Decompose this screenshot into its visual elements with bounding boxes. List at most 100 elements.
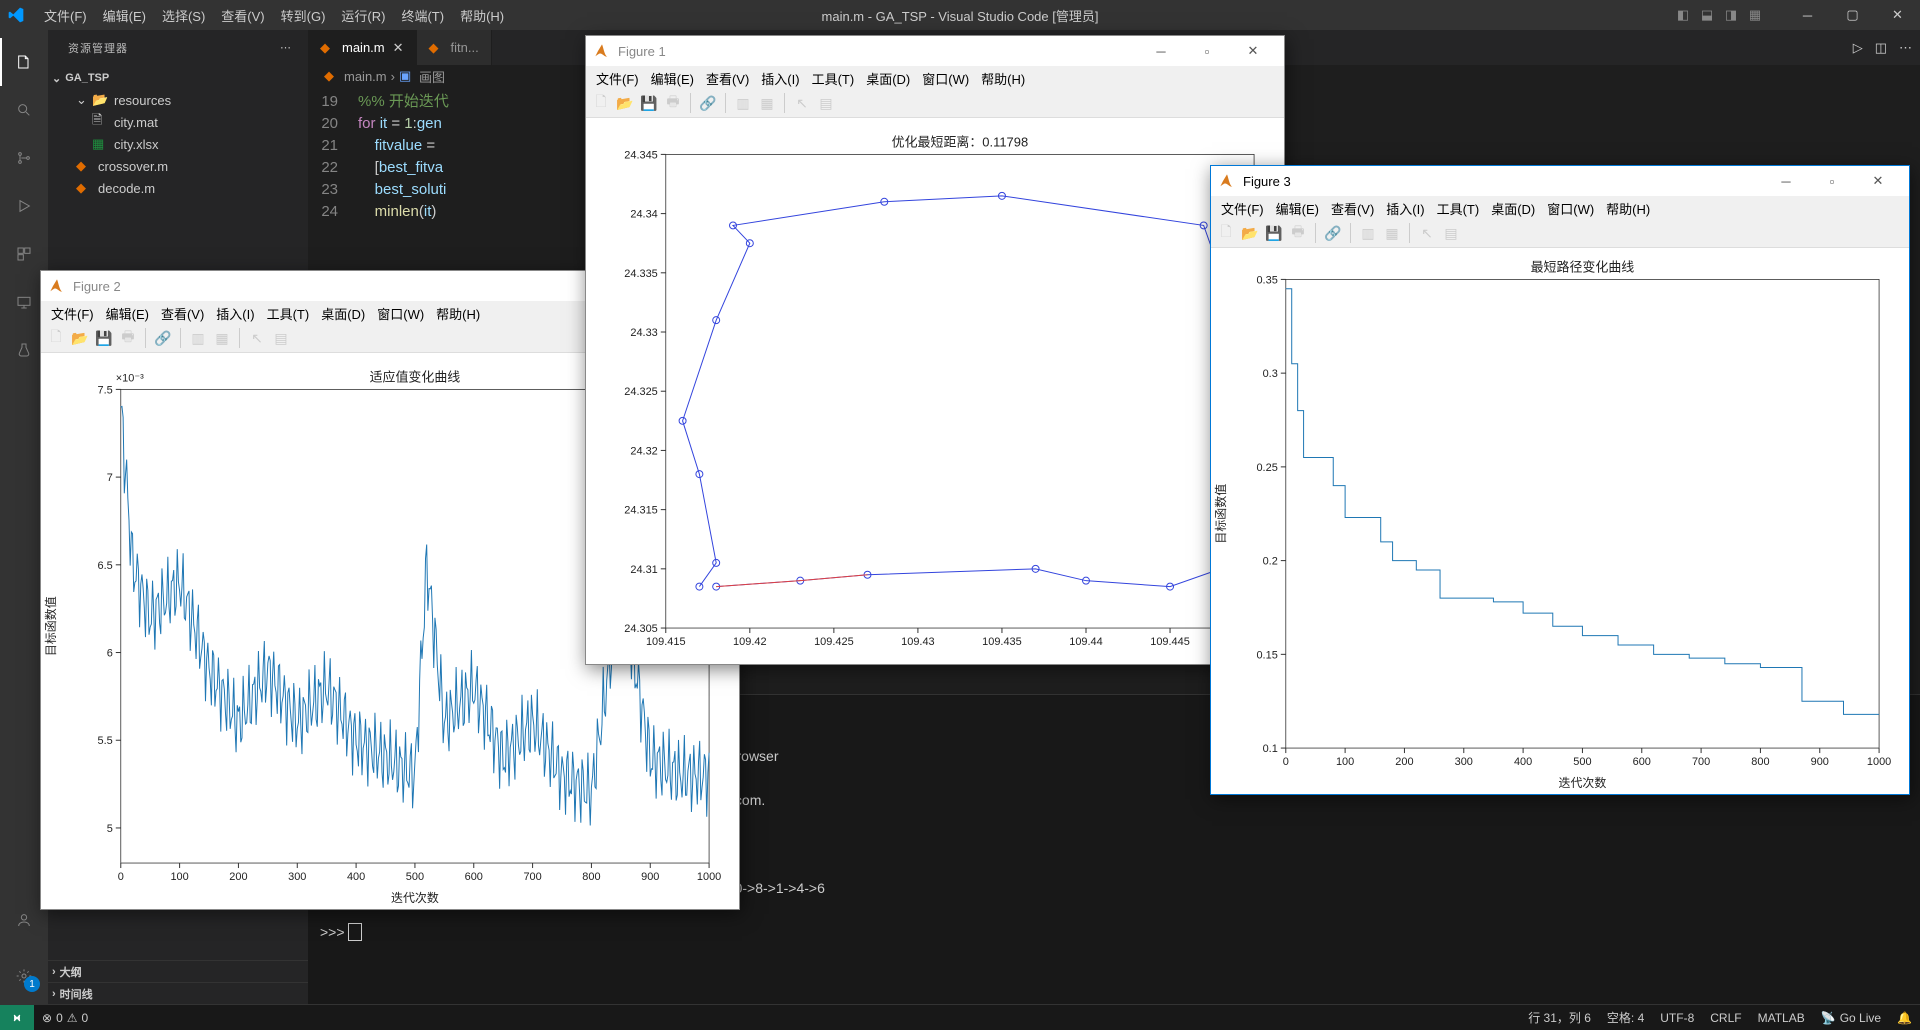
new-icon[interactable]: 🗋 (590, 92, 612, 114)
fig-menu-desktop[interactable]: 桌面(D) (315, 304, 371, 323)
activity-run-debug-icon[interactable] (0, 182, 48, 230)
outline-section[interactable]: › 大纲 (48, 960, 308, 982)
remote-indicator[interactable] (0, 1005, 34, 1030)
minimize-button[interactable]: ─ (1763, 166, 1809, 196)
close-button[interactable]: ✕ (1855, 166, 1901, 196)
menu-goto[interactable]: 转到(G) (273, 6, 334, 25)
run-icon[interactable]: ▷ (1853, 40, 1863, 56)
open-icon[interactable]: 📂 (614, 92, 636, 114)
file-city-xlsx[interactable]: ▦ city.xlsx (48, 133, 308, 155)
close-button[interactable]: ✕ (1230, 36, 1276, 66)
pointer-icon[interactable]: ↖ (1416, 222, 1438, 244)
fig-menu-help[interactable]: 帮助(H) (975, 69, 1031, 88)
more-icon[interactable]: ⋯ (1899, 40, 1912, 56)
menu-terminal[interactable]: 终端(T) (393, 6, 452, 25)
activity-search-icon[interactable] (0, 86, 48, 134)
fig-menu-file[interactable]: 文件(F) (1215, 199, 1270, 218)
menu-file[interactable]: 文件(F) (36, 6, 95, 25)
timeline-section[interactable]: › 时间线 (48, 982, 308, 1004)
file-decode[interactable]: ◆ decode.m (48, 177, 308, 199)
fig-menu-insert[interactable]: 插入(I) (210, 304, 260, 323)
menu-run[interactable]: 运行(R) (333, 6, 393, 25)
close-button[interactable]: ✕ (1875, 0, 1920, 30)
status-eol[interactable]: CRLF (1702, 1009, 1749, 1026)
legend-icon[interactable]: ▦ (211, 327, 233, 349)
folder-resources[interactable]: ⌄ 📂 resources (48, 89, 308, 111)
fig-menu-file[interactable]: 文件(F) (590, 69, 645, 88)
print-icon[interactable]: 🖶 (117, 327, 139, 349)
fig-menu-insert[interactable]: 插入(I) (755, 69, 805, 88)
figure-titlebar[interactable]: Figure 1 ─▫✕ (586, 36, 1284, 66)
fig-menu-insert[interactable]: 插入(I) (1380, 199, 1430, 218)
pointer-icon[interactable]: ↖ (791, 92, 813, 114)
maximize-button[interactable]: ▢ (1830, 0, 1875, 30)
split-icon[interactable]: ◫ (1875, 40, 1887, 56)
legend-icon[interactable]: ▦ (756, 92, 778, 114)
fig-menu-window[interactable]: 窗口(W) (371, 304, 430, 323)
more-icon[interactable]: ⋯ (280, 41, 292, 54)
fig-menu-help[interactable]: 帮助(H) (1600, 199, 1656, 218)
status-encoding[interactable]: UTF-8 (1652, 1009, 1702, 1026)
fig-menu-window[interactable]: 窗口(W) (916, 69, 975, 88)
colorbar-icon[interactable]: ▥ (732, 92, 754, 114)
fig-menu-tools[interactable]: 工具(T) (261, 304, 316, 323)
save-icon[interactable]: 💾 (638, 92, 660, 114)
maximize-button[interactable]: ▫ (1184, 36, 1230, 66)
activity-explorer-icon[interactable] (0, 38, 48, 86)
fig-menu-view[interactable]: 查看(V) (700, 69, 755, 88)
status-golive[interactable]: 📡Go Live (1813, 1009, 1889, 1026)
link-icon[interactable]: 🔗 (1322, 222, 1344, 244)
layout-toggle-bottom-icon[interactable]: ⬓ (1697, 5, 1717, 25)
legend-icon[interactable]: ▦ (1381, 222, 1403, 244)
activity-settings-icon[interactable]: 1 (0, 952, 48, 1000)
figure-1-window[interactable]: Figure 1 ─▫✕ 文件(F) 编辑(E) 查看(V) 插入(I) 工具(… (585, 35, 1285, 665)
fig-menu-view[interactable]: 查看(V) (155, 304, 210, 323)
figure-1-axes[interactable]: 109.415109.42109.425109.43109.435109.441… (586, 118, 1284, 664)
fig-menu-edit[interactable]: 编辑(E) (1270, 199, 1325, 218)
open-icon[interactable]: 📂 (1239, 222, 1261, 244)
colorbar-icon[interactable]: ▥ (1357, 222, 1379, 244)
layout-toggle-right-icon[interactable]: ◨ (1721, 5, 1741, 25)
menu-select[interactable]: 选择(S) (154, 6, 213, 25)
save-icon[interactable]: 💾 (93, 327, 115, 349)
fig-menu-help[interactable]: 帮助(H) (430, 304, 486, 323)
print-icon[interactable]: 🖶 (1287, 222, 1309, 244)
new-icon[interactable]: 🗋 (45, 327, 67, 349)
fig-menu-edit[interactable]: 编辑(E) (645, 69, 700, 88)
figure-titlebar[interactable]: Figure 3 ─▫✕ (1211, 166, 1909, 196)
status-language[interactable]: MATLAB (1750, 1009, 1813, 1026)
new-icon[interactable]: 🗋 (1215, 222, 1237, 244)
tab-fitn[interactable]: ◆ fitn... (417, 30, 492, 65)
activity-source-control-icon[interactable] (0, 134, 48, 182)
layout-customize-icon[interactable]: ▦ (1745, 5, 1765, 25)
fig-menu-tools[interactable]: 工具(T) (1431, 199, 1486, 218)
fig-menu-file[interactable]: 文件(F) (45, 304, 100, 323)
close-icon[interactable]: ✕ (393, 40, 404, 56)
tab-main[interactable]: ◆ main.m ✕ (308, 30, 417, 65)
fig-menu-desktop[interactable]: 桌面(D) (860, 69, 916, 88)
status-cursor-pos[interactable]: 行 31，列 6 (1520, 1009, 1599, 1026)
figure-3-axes[interactable]: 010020030040050060070080090010000.10.150… (1211, 248, 1909, 794)
status-indent[interactable]: 空格: 4 (1599, 1009, 1652, 1026)
project-header[interactable]: ⌄ GA_TSP (48, 67, 308, 89)
fig-menu-tools[interactable]: 工具(T) (806, 69, 861, 88)
fig-menu-window[interactable]: 窗口(W) (1541, 199, 1600, 218)
colorbar-icon[interactable]: ▥ (187, 327, 209, 349)
figure-3-window[interactable]: Figure 3 ─▫✕ 文件(F) 编辑(E) 查看(V) 插入(I) 工具(… (1210, 165, 1910, 795)
minimize-button[interactable]: ─ (1785, 0, 1830, 30)
fig-menu-edit[interactable]: 编辑(E) (100, 304, 155, 323)
pointer-icon[interactable]: ↖ (246, 327, 268, 349)
maximize-button[interactable]: ▫ (1809, 166, 1855, 196)
link-icon[interactable]: 🔗 (697, 92, 719, 114)
menu-edit[interactable]: 编辑(E) (95, 6, 154, 25)
save-icon[interactable]: 💾 (1263, 222, 1285, 244)
file-crossover[interactable]: ◆ crossover.m (48, 155, 308, 177)
status-bell-icon[interactable]: 🔔 (1889, 1009, 1920, 1026)
fig-menu-desktop[interactable]: 桌面(D) (1485, 199, 1541, 218)
link-icon[interactable]: 🔗 (152, 327, 174, 349)
minimize-button[interactable]: ─ (1138, 36, 1184, 66)
menu-view[interactable]: 查看(V) (213, 6, 272, 25)
inspector-icon[interactable]: ▤ (815, 92, 837, 114)
status-errors[interactable]: ⊗0⚠0 (34, 1011, 96, 1025)
file-city-mat[interactable]: 🗎 city.mat (48, 111, 308, 133)
